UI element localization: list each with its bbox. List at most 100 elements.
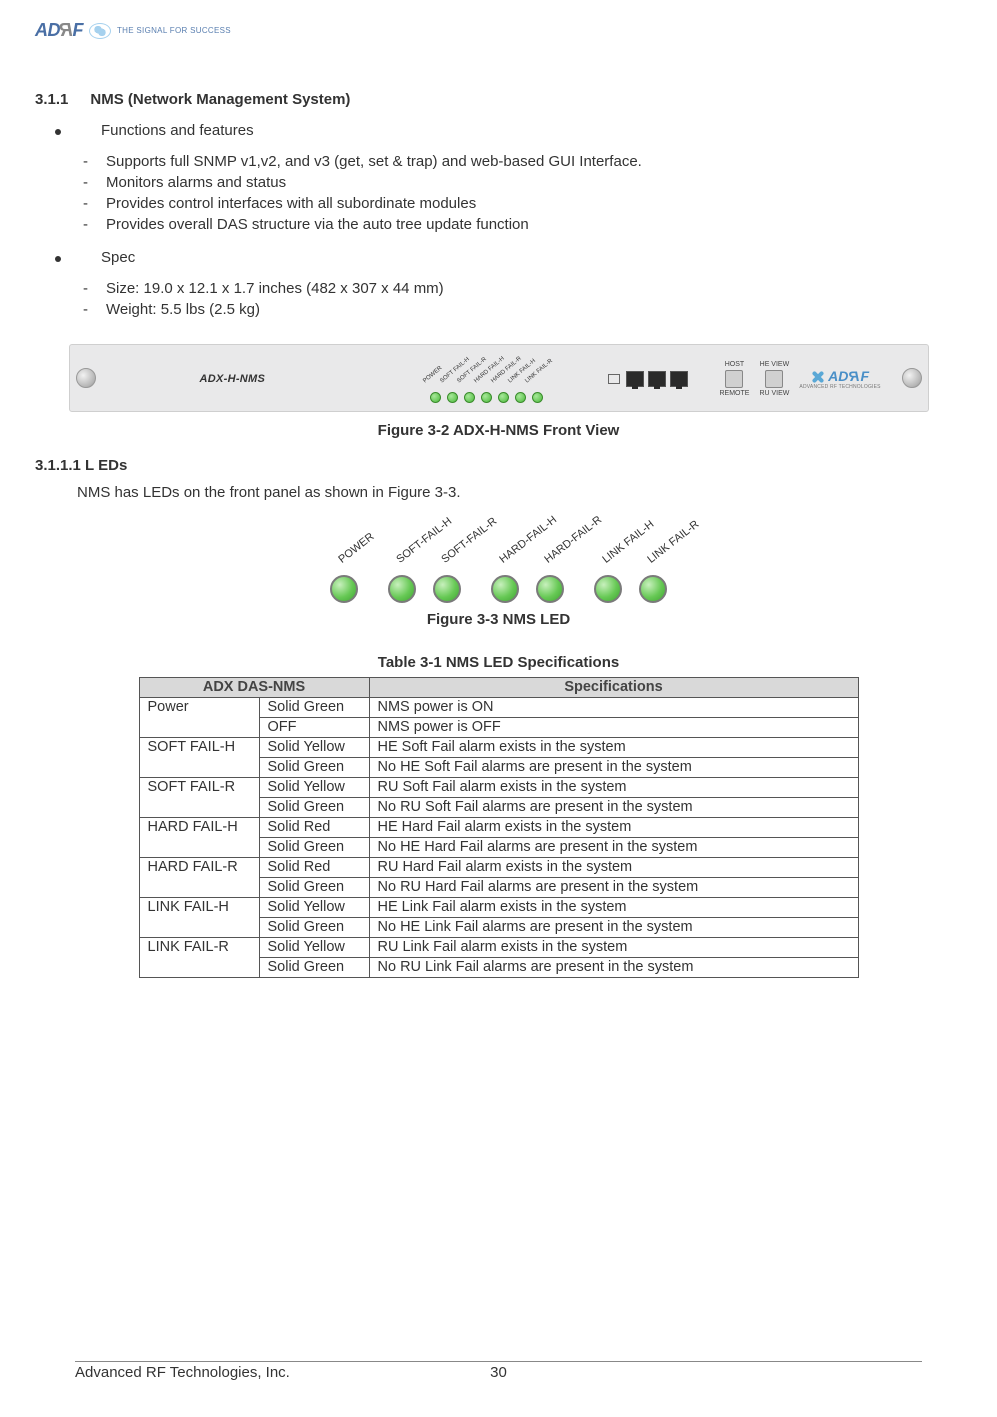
table-cell-spec: No RU Soft Fail alarms are present in th… <box>369 798 858 818</box>
bullet-label: Functions and features <box>101 122 254 139</box>
page-footer: Advanced RF Technologies, Inc. 30 <box>75 1361 922 1381</box>
table-cell-color: OFF <box>259 718 369 738</box>
port-link-icon <box>608 374 620 384</box>
table-cell-color: Solid Yellow <box>259 938 369 958</box>
ethernet-port-icon <box>670 371 688 387</box>
bullet-icon <box>55 256 61 262</box>
table-cell-color: Solid Green <box>259 798 369 818</box>
figure-nms-led: POWER SOFT-FAIL-H SOFT-FAIL-R HARD-FAIL-… <box>35 521 962 603</box>
screw-icon <box>76 368 96 388</box>
table-cell-led: SOFT FAIL-H <box>139 738 259 778</box>
bullet-icon <box>55 129 61 135</box>
table-cell-led: SOFT FAIL-R <box>139 778 259 818</box>
table-row: PowerSolid GreenNMS power is ON <box>139 698 858 718</box>
screw-icon <box>902 368 922 388</box>
table-caption-3-1: Table 3-1 NMS LED Specifications <box>35 654 962 671</box>
led-icon <box>639 575 667 603</box>
bullet-functions: Functions and features <box>47 122 962 139</box>
led-icon <box>388 575 416 603</box>
ethernet-port-icon <box>626 371 644 387</box>
table-cell-color: Solid Green <box>259 758 369 778</box>
section-number: 3.1.1 <box>35 91 68 108</box>
table-cell-spec: RU Soft Fail alarm exists in the system <box>369 778 858 798</box>
table-cell-spec: No RU Hard Fail alarms are present in th… <box>369 878 858 898</box>
led-icon <box>515 392 526 403</box>
subsection-title: L EDs <box>85 457 127 474</box>
table-cell-spec: HE Soft Fail alarm exists in the system <box>369 738 858 758</box>
ethernet-port-icon <box>648 371 666 387</box>
led-icon <box>430 392 441 403</box>
spec-list: -Size: 19.0 x 12.1 x 1.7 inches (482 x 3… <box>83 278 962 320</box>
panel-led-row: POWER SOFT FAIL-H SOFT FAIL-R HARD FAIL-… <box>430 377 543 403</box>
section-title: NMS (Network Management System) <box>90 91 350 108</box>
table-cell-spec: HE Hard Fail alarm exists in the system <box>369 818 858 838</box>
table-row: LINK FAIL-HSolid YellowHE Link Fail alar… <box>139 898 858 918</box>
figure-caption-3-3: Figure 3-3 NMS LED <box>35 611 962 628</box>
list-item: -Supports full SNMP v1,v2, and v3 (get, … <box>83 151 962 172</box>
table-cell-color: Solid Green <box>259 698 369 718</box>
table-row: HARD FAIL-RSolid RedRU Hard Fail alarm e… <box>139 858 858 878</box>
table-header-left: ADX DAS-NMS <box>139 678 369 698</box>
table-cell-spec: RU Hard Fail alarm exists in the system <box>369 858 858 878</box>
table-cell-color: Solid Yellow <box>259 898 369 918</box>
table-cell-color: Solid Green <box>259 918 369 938</box>
table-row: LINK FAIL-RSolid YellowRU Link Fail alar… <box>139 938 858 958</box>
led-spec-table: ADX DAS-NMS Specifications PowerSolid Gr… <box>139 677 859 978</box>
led-icon <box>464 392 475 403</box>
table-row: SOFT FAIL-RSolid YellowRU Soft Fail alar… <box>139 778 858 798</box>
led-icon <box>330 575 358 603</box>
panel-logo: ADRF ADVANCED RF TECHNOLOGIES <box>799 368 880 390</box>
table-cell-color: Solid Yellow <box>259 738 369 758</box>
table-cell-spec: No HE Soft Fail alarms are present in th… <box>369 758 858 778</box>
led-icon <box>447 392 458 403</box>
host-button-icon <box>725 370 743 388</box>
x-icon <box>811 370 825 384</box>
list-item: -Monitors alarms and status <box>83 172 962 193</box>
table-cell-spec: No RU Link Fail alarms are present in th… <box>369 958 858 978</box>
logo-tagline: THE SIGNAL FOR SUCCESS <box>117 26 231 35</box>
figure-device-panel: ADX-H-NMS POWER SOFT FAIL-H SOFT FAIL-R … <box>69 344 929 412</box>
list-item: -Size: 19.0 x 12.1 x 1.7 inches (482 x 3… <box>83 278 962 299</box>
logo-swirl-icon <box>89 23 111 39</box>
page-header-logo: ADRF THE SIGNAL FOR SUCCESS <box>35 20 962 41</box>
table-row: SOFT FAIL-HSolid YellowHE Soft Fail alar… <box>139 738 858 758</box>
table-cell-color: Solid Yellow <box>259 778 369 798</box>
bullet-label: Spec <box>101 249 135 266</box>
table-cell-led: HARD FAIL-R <box>139 858 259 898</box>
list-item: -Provides overall DAS structure via the … <box>83 214 962 235</box>
led-icon <box>594 575 622 603</box>
table-header-right: Specifications <box>369 678 858 698</box>
table-cell-spec: HE Link Fail alarm exists in the system <box>369 898 858 918</box>
list-item: -Provides control interfaces with all su… <box>83 193 962 214</box>
table-cell-color: Solid Green <box>259 878 369 898</box>
table-cell-led: LINK FAIL-R <box>139 938 259 978</box>
table-cell-led: HARD FAIL-H <box>139 818 259 858</box>
led-icon <box>536 575 564 603</box>
functions-list: -Supports full SNMP v1,v2, and v3 (get, … <box>83 151 962 235</box>
table-cell-color: Solid Green <box>259 838 369 858</box>
led-icon <box>481 392 492 403</box>
subsection-number: 3.1.1.1 <box>35 457 81 474</box>
section-heading: 3.1.1 NMS (Network Management System) <box>35 91 962 108</box>
table-cell-spec: NMS power is ON <box>369 698 858 718</box>
table-cell-color: Solid Red <box>259 818 369 838</box>
bullet-spec: Spec <box>47 249 962 266</box>
table-cell-spec: No HE Hard Fail alarms are present in th… <box>369 838 858 858</box>
table-cell-color: Solid Green <box>259 958 369 978</box>
footer-page-number: 30 <box>490 1364 507 1381</box>
subsection-intro: NMS has LEDs on the front panel as shown… <box>77 484 962 501</box>
led-icon <box>532 392 543 403</box>
led-icon <box>498 392 509 403</box>
logo-mark: ADRF <box>35 20 83 41</box>
footer-company: Advanced RF Technologies, Inc. <box>75 1364 290 1381</box>
table-cell-led: Power <box>139 698 259 738</box>
figure-caption-3-2: Figure 3-2 ADX-H-NMS Front View <box>35 422 962 439</box>
led-icon <box>433 575 461 603</box>
list-item: -Weight: 5.5 lbs (2.5 kg) <box>83 299 962 320</box>
table-cell-spec: No HE Link Fail alarms are present in th… <box>369 918 858 938</box>
table-cell-spec: RU Link Fail alarm exists in the system <box>369 938 858 958</box>
table-row: HARD FAIL-HSolid RedHE Hard Fail alarm e… <box>139 818 858 838</box>
table-cell-color: Solid Red <box>259 858 369 878</box>
table-cell-spec: NMS power is OFF <box>369 718 858 738</box>
he-view-button-icon <box>765 370 783 388</box>
